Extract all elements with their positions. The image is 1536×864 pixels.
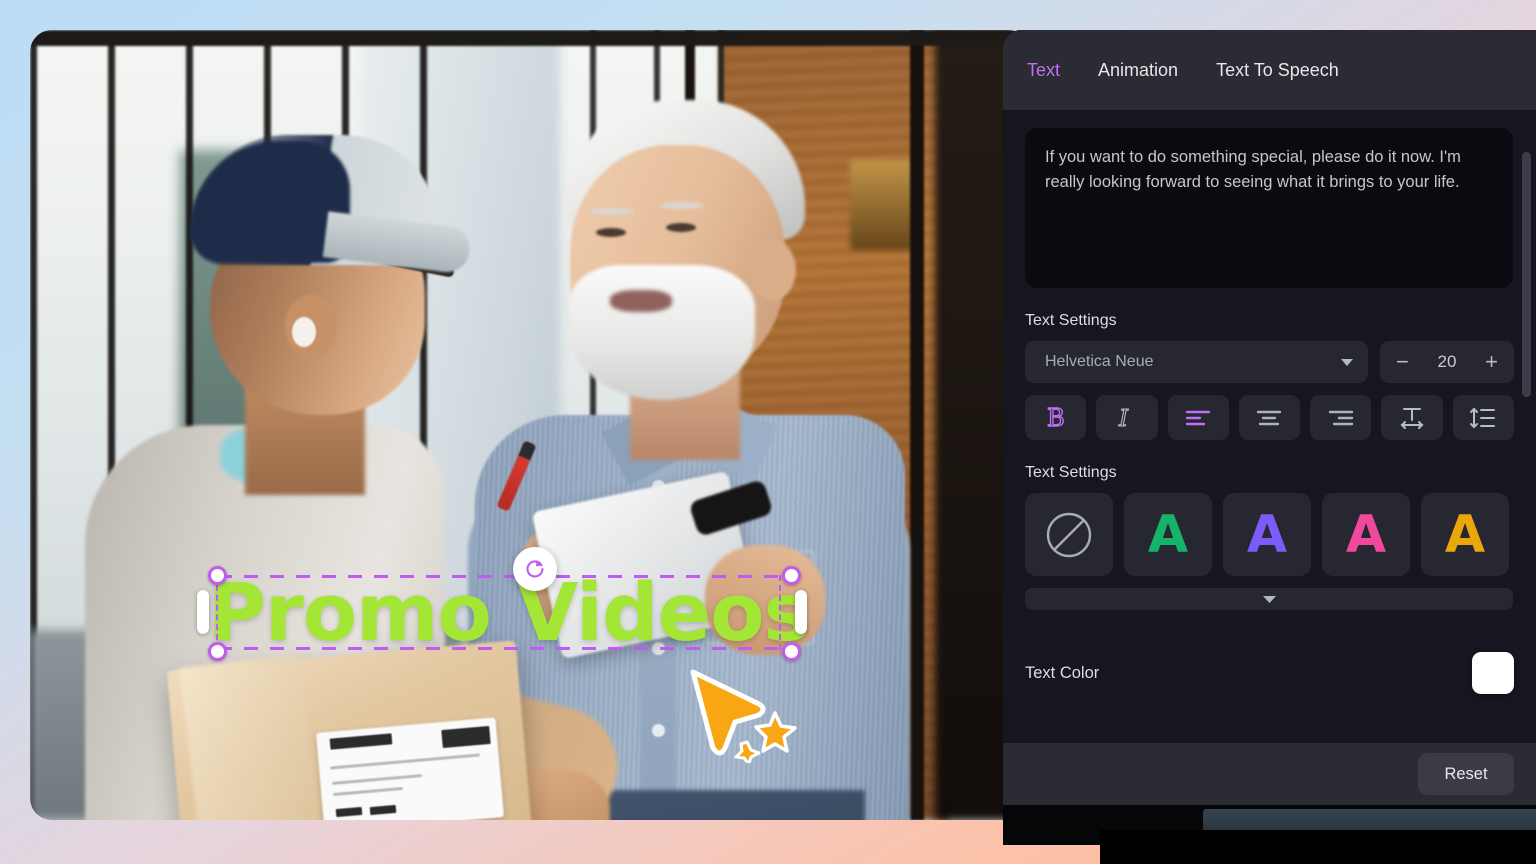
style-preset-glyph: A bbox=[1444, 504, 1486, 565]
tab-animation[interactable]: Animation bbox=[1096, 56, 1180, 85]
chevron-down-icon bbox=[1262, 595, 1276, 603]
chevron-down-icon bbox=[1341, 358, 1353, 366]
expand-styles-button[interactable] bbox=[1025, 588, 1513, 610]
resize-handle-top-right[interactable] bbox=[782, 566, 801, 585]
letter-spacing-button[interactable] bbox=[1381, 395, 1443, 440]
style-preset-purple[interactable]: A bbox=[1223, 493, 1311, 576]
panel-footer: Reset bbox=[1003, 743, 1536, 805]
font-family-value: Helvetica Neue bbox=[1045, 353, 1154, 370]
text-settings-heading: Text Settings bbox=[1025, 312, 1117, 329]
font-controls-row: Helvetica Neue − 20 + bbox=[1025, 341, 1514, 383]
resize-handle-right[interactable] bbox=[795, 590, 807, 634]
align-center-button[interactable] bbox=[1238, 395, 1301, 440]
line-height-button[interactable] bbox=[1452, 395, 1514, 440]
align-left-icon bbox=[1186, 410, 1211, 425]
rotate-handle[interactable] bbox=[513, 547, 557, 591]
video-preview-canvas[interactable]: Promo Videos bbox=[30, 30, 1030, 820]
font-family-select[interactable]: Helvetica Neue bbox=[1025, 341, 1368, 383]
text-properties-panel: Text Animation Text To Speech If you wan… bbox=[1003, 30, 1536, 805]
resize-handle-left[interactable] bbox=[197, 590, 209, 634]
align-right-icon bbox=[1328, 410, 1353, 425]
align-left-button[interactable] bbox=[1167, 395, 1229, 440]
style-preset-glyph: A bbox=[1147, 504, 1189, 565]
tab-text[interactable]: Text bbox=[1025, 56, 1062, 85]
svg-text:I: I bbox=[1118, 406, 1129, 431]
style-presets-heading: Text Settings bbox=[1025, 464, 1117, 481]
bold-button[interactable]: B bbox=[1025, 395, 1087, 440]
italic-button[interactable]: I bbox=[1096, 395, 1158, 440]
resize-handle-bottom-right[interactable] bbox=[782, 642, 801, 661]
reset-button[interactable]: Reset bbox=[1418, 753, 1514, 795]
line-height-icon bbox=[1470, 407, 1496, 428]
style-preset-green[interactable]: A bbox=[1124, 493, 1212, 576]
font-size-decrease-button[interactable]: − bbox=[1396, 351, 1409, 373]
font-size-increase-button[interactable]: + bbox=[1485, 351, 1498, 373]
letter-spacing-icon bbox=[1400, 407, 1424, 429]
text-color-label: Text Color bbox=[1025, 663, 1100, 682]
font-size-stepper[interactable]: − 20 + bbox=[1380, 341, 1514, 383]
bottom-edge-mask bbox=[1100, 830, 1536, 864]
resize-handle-top-left[interactable] bbox=[208, 566, 227, 585]
italic-icon: I bbox=[1117, 405, 1129, 431]
style-preset-amber[interactable]: A bbox=[1421, 493, 1509, 576]
video-frame bbox=[30, 30, 1030, 820]
no-style-icon bbox=[1046, 512, 1092, 557]
align-center-icon bbox=[1257, 410, 1282, 425]
style-preset-glyph: A bbox=[1345, 504, 1387, 565]
bold-icon: B bbox=[1046, 405, 1065, 431]
text-color-swatch[interactable] bbox=[1472, 652, 1514, 694]
selection-bounding-box bbox=[216, 575, 781, 650]
panel-tab-bar: Text Animation Text To Speech bbox=[1003, 30, 1536, 110]
text-content-textarea[interactable]: If you want to do something special, ple… bbox=[1025, 128, 1513, 288]
rotate-cw-icon bbox=[526, 560, 544, 578]
resize-handle-bottom-left[interactable] bbox=[208, 642, 227, 661]
align-right-button[interactable] bbox=[1310, 395, 1372, 440]
style-preset-none[interactable] bbox=[1025, 493, 1113, 576]
tab-text-to-speech[interactable]: Text To Speech bbox=[1214, 56, 1341, 85]
gate-top-rail bbox=[30, 30, 1030, 46]
style-presets-row: A A A A bbox=[1025, 493, 1514, 576]
panel-scrollbar-thumb[interactable] bbox=[1522, 152, 1531, 397]
panel-content: If you want to do something special, ple… bbox=[1003, 110, 1536, 805]
font-size-value: 20 bbox=[1437, 352, 1457, 371]
text-color-row: Text Color bbox=[1025, 652, 1514, 694]
style-preset-glyph: A bbox=[1246, 504, 1288, 565]
style-preset-pink[interactable]: A bbox=[1322, 493, 1410, 576]
format-toolbar: B I bbox=[1025, 395, 1514, 440]
svg-text:B: B bbox=[1047, 405, 1065, 431]
